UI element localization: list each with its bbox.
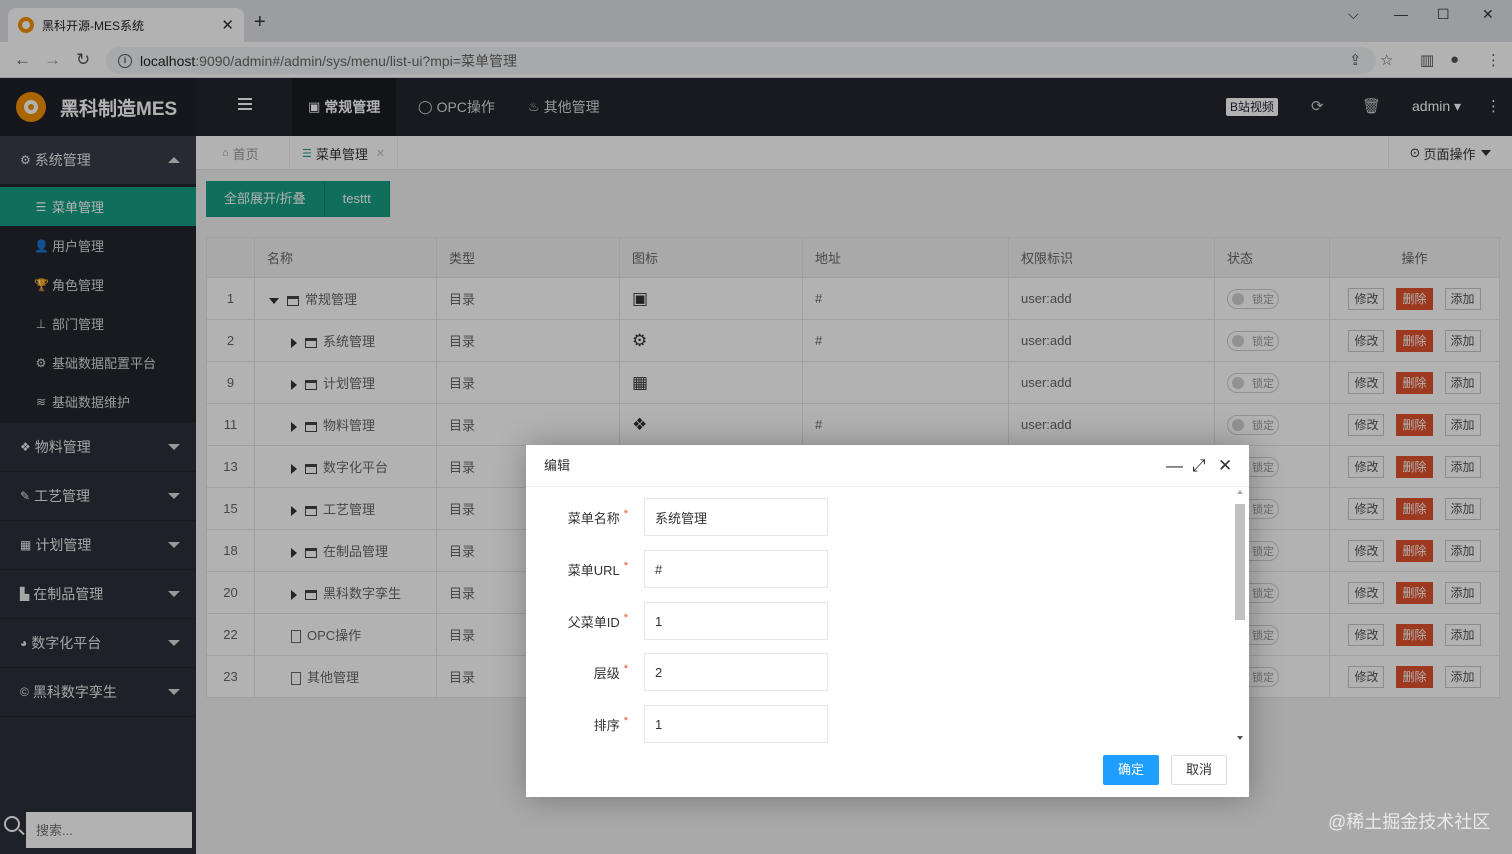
- form-row-parent-id: 父菜单ID *: [526, 602, 1226, 640]
- field-label: 父菜单ID *: [568, 612, 628, 631]
- required-mark: *: [623, 508, 628, 520]
- field-label-text: 排序: [593, 718, 620, 733]
- close-icon[interactable]: ✕: [1218, 445, 1232, 487]
- field-label: 排序 *: [594, 715, 628, 734]
- dialog-title: 编辑: [544, 458, 571, 473]
- dialog-scrollbar[interactable]: [1235, 490, 1245, 740]
- sort-input[interactable]: [644, 705, 828, 743]
- form-row-menu-name: 菜单名称 *: [526, 498, 1226, 536]
- form-row-menu-url: 菜单URL *: [526, 550, 1226, 588]
- required-mark: *: [623, 663, 628, 675]
- required-mark: *: [623, 715, 628, 727]
- form-row-level: 层级 *: [526, 653, 1226, 691]
- dialog-body: 菜单名称* 菜单URL* 父菜单ID* 层级* 排序*: [526, 488, 1234, 743]
- level-input[interactable]: [644, 653, 828, 691]
- scroll-up-icon[interactable]: [1237, 490, 1243, 494]
- scroll-down-icon[interactable]: [1237, 736, 1243, 740]
- field-label-text: 父菜单ID: [567, 615, 620, 630]
- watermark: @稀土掘金技术社区: [1328, 812, 1491, 832]
- field-label: 菜单URL *: [568, 560, 628, 579]
- field-label: 层级 *: [594, 663, 628, 682]
- menu-url-input[interactable]: [644, 550, 828, 588]
- field-label-text: 菜单名称: [567, 511, 620, 526]
- required-mark: *: [623, 612, 628, 624]
- menu-name-input[interactable]: [644, 498, 828, 536]
- field-label-text: 菜单URL: [567, 563, 620, 578]
- form-row-sort: 排序 *: [526, 705, 1226, 743]
- scrollbar-thumb[interactable]: [1235, 504, 1245, 620]
- cancel-button[interactable]: 取消: [1171, 755, 1228, 785]
- maximize-icon[interactable]: ⤢: [1192, 445, 1206, 487]
- edit-dialog: 编辑 — ⤢ ✕ 菜单名称* 菜单URL* 父菜单ID* 层级* 排序* 确定 …: [526, 445, 1249, 797]
- dialog-header: 编辑 — ⤢ ✕: [526, 445, 1249, 487]
- required-mark: *: [623, 560, 628, 572]
- field-label: 菜单名称 *: [568, 508, 628, 527]
- parent-id-input[interactable]: [644, 602, 828, 640]
- confirm-button[interactable]: 确定: [1103, 755, 1160, 785]
- minimize-icon[interactable]: —: [1166, 445, 1183, 487]
- field-label-text: 层级: [593, 666, 620, 681]
